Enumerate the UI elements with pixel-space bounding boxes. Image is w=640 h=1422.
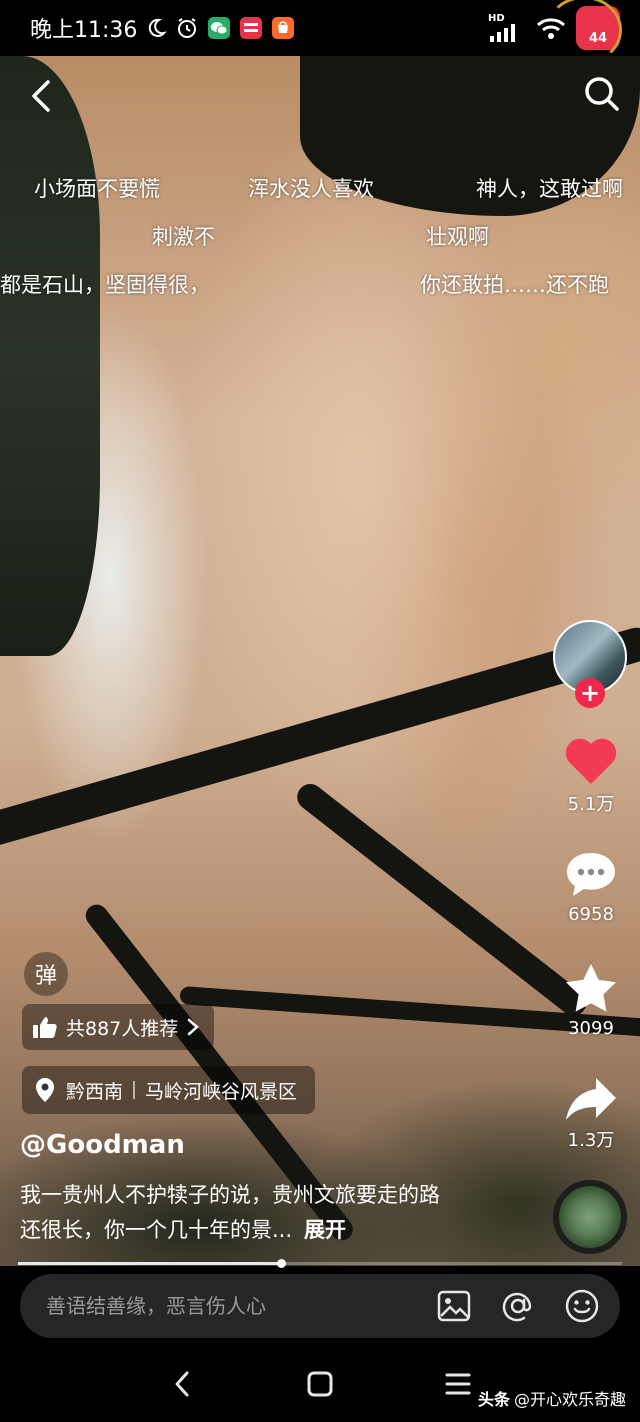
danmaku-comment: 壮观啊	[426, 225, 489, 249]
danmaku-comment: 小场面不要慌	[34, 177, 160, 201]
nav-menu-icon	[445, 1373, 471, 1395]
nav-home-icon	[307, 1371, 333, 1397]
like-button[interactable]: 5.1万	[554, 736, 628, 816]
like-count: 5.1万	[567, 794, 615, 815]
nav-back-icon	[175, 1371, 189, 1397]
danmaku-comment: 浑水没人喜欢	[248, 177, 374, 201]
moon-icon	[145, 17, 168, 39]
expand-button[interactable]: 展开	[304, 1218, 346, 1242]
video-foliage-left	[0, 56, 100, 656]
danmaku-comment: 你还敢拍……还不跑	[420, 273, 609, 297]
alarm-icon	[175, 16, 199, 40]
at-sign-icon	[502, 1292, 532, 1322]
thumbs-up-icon	[33, 1017, 57, 1038]
location-pin-icon	[36, 1078, 54, 1102]
watermark: 头条 @开心欢乐奇趣	[478, 1386, 626, 1410]
chevron-right-icon	[188, 1018, 200, 1036]
toutiao-app-icon	[239, 16, 263, 40]
shopping-app-icon	[271, 16, 295, 40]
comment-button[interactable]: 6958	[554, 850, 628, 925]
recommend-label: 共887人推荐	[66, 1017, 179, 1040]
mention-button[interactable]	[500, 1288, 536, 1324]
chevron-left-icon	[32, 80, 50, 112]
back-button[interactable]	[22, 72, 62, 120]
image-picker-button[interactable]	[436, 1288, 472, 1324]
comment-bar	[20, 1274, 620, 1338]
danmaku-comment-text: 都是石山，坚固得很，	[0, 273, 210, 297]
music-disc[interactable]	[553, 1180, 627, 1254]
recommend-chip[interactable]: 共887人推荐	[22, 1004, 215, 1050]
comment-bubble-icon	[567, 853, 615, 896]
nav-menu-button[interactable]	[438, 1364, 478, 1404]
star-icon	[566, 964, 616, 1012]
image-icon	[437, 1290, 471, 1322]
comment-input[interactable]	[46, 1294, 408, 1318]
status-time: 晚上11:36	[30, 18, 138, 43]
emoji-icon	[565, 1289, 599, 1323]
wechat-icon	[207, 16, 231, 40]
search-icon	[585, 77, 619, 111]
author-name[interactable]: @Goodman	[20, 1130, 185, 1160]
heart-icon	[565, 738, 617, 784]
emoji-button[interactable]	[564, 1288, 600, 1324]
progress-fill	[18, 1262, 281, 1265]
danmaku-comment: 刺激不	[152, 225, 215, 249]
network-label: HD	[488, 13, 505, 24]
location-divider	[133, 1081, 136, 1099]
status-bar: 晚上11:36 HD 44	[0, 0, 640, 64]
danmaku-comment: 都是石山，坚固得很，	[0, 269, 236, 299]
watermark-handle: @开心欢乐奇趣	[513, 1390, 626, 1409]
watermark-brand: 头条	[477, 1390, 510, 1409]
share-button[interactable]: 1.3万	[554, 1076, 628, 1152]
search-button[interactable]	[582, 74, 622, 114]
danmaku-comment: 神人，这敢过啊	[476, 177, 623, 201]
nav-back-button[interactable]	[162, 1364, 202, 1404]
description-text: 我一贵州人不护犊子的说，贵州文旅要走的路还很长，你一个几十年的景...	[20, 1183, 440, 1242]
nav-home-button[interactable]	[300, 1364, 340, 1404]
location-chip[interactable]: 黔西南 马岭河峡谷风景区	[22, 1066, 316, 1114]
favorite-count: 3099	[568, 1018, 614, 1039]
location-region: 黔西南	[66, 1080, 124, 1103]
favorite-button[interactable]: 3099	[554, 962, 628, 1039]
location-place: 马岭河峡谷风景区	[145, 1080, 298, 1103]
danmaku-toggle-label: 弹	[34, 964, 57, 989]
share-count: 1.3万	[567, 1130, 615, 1151]
progress-handle[interactable]	[276, 1259, 286, 1268]
follow-button[interactable]: +	[575, 678, 605, 708]
video-description: 我一贵州人不护犊子的说，贵州文旅要走的路还很长，你一个几十年的景... 展开	[20, 1178, 460, 1248]
share-arrow-icon	[566, 1078, 616, 1120]
comment-count: 6958	[568, 904, 614, 925]
signal-icon: HD	[488, 14, 518, 42]
danmaku-toggle-button[interactable]: 弹	[24, 952, 68, 996]
system-nav-bar	[0, 1342, 640, 1422]
video-progress-bar[interactable]	[18, 1259, 622, 1268]
